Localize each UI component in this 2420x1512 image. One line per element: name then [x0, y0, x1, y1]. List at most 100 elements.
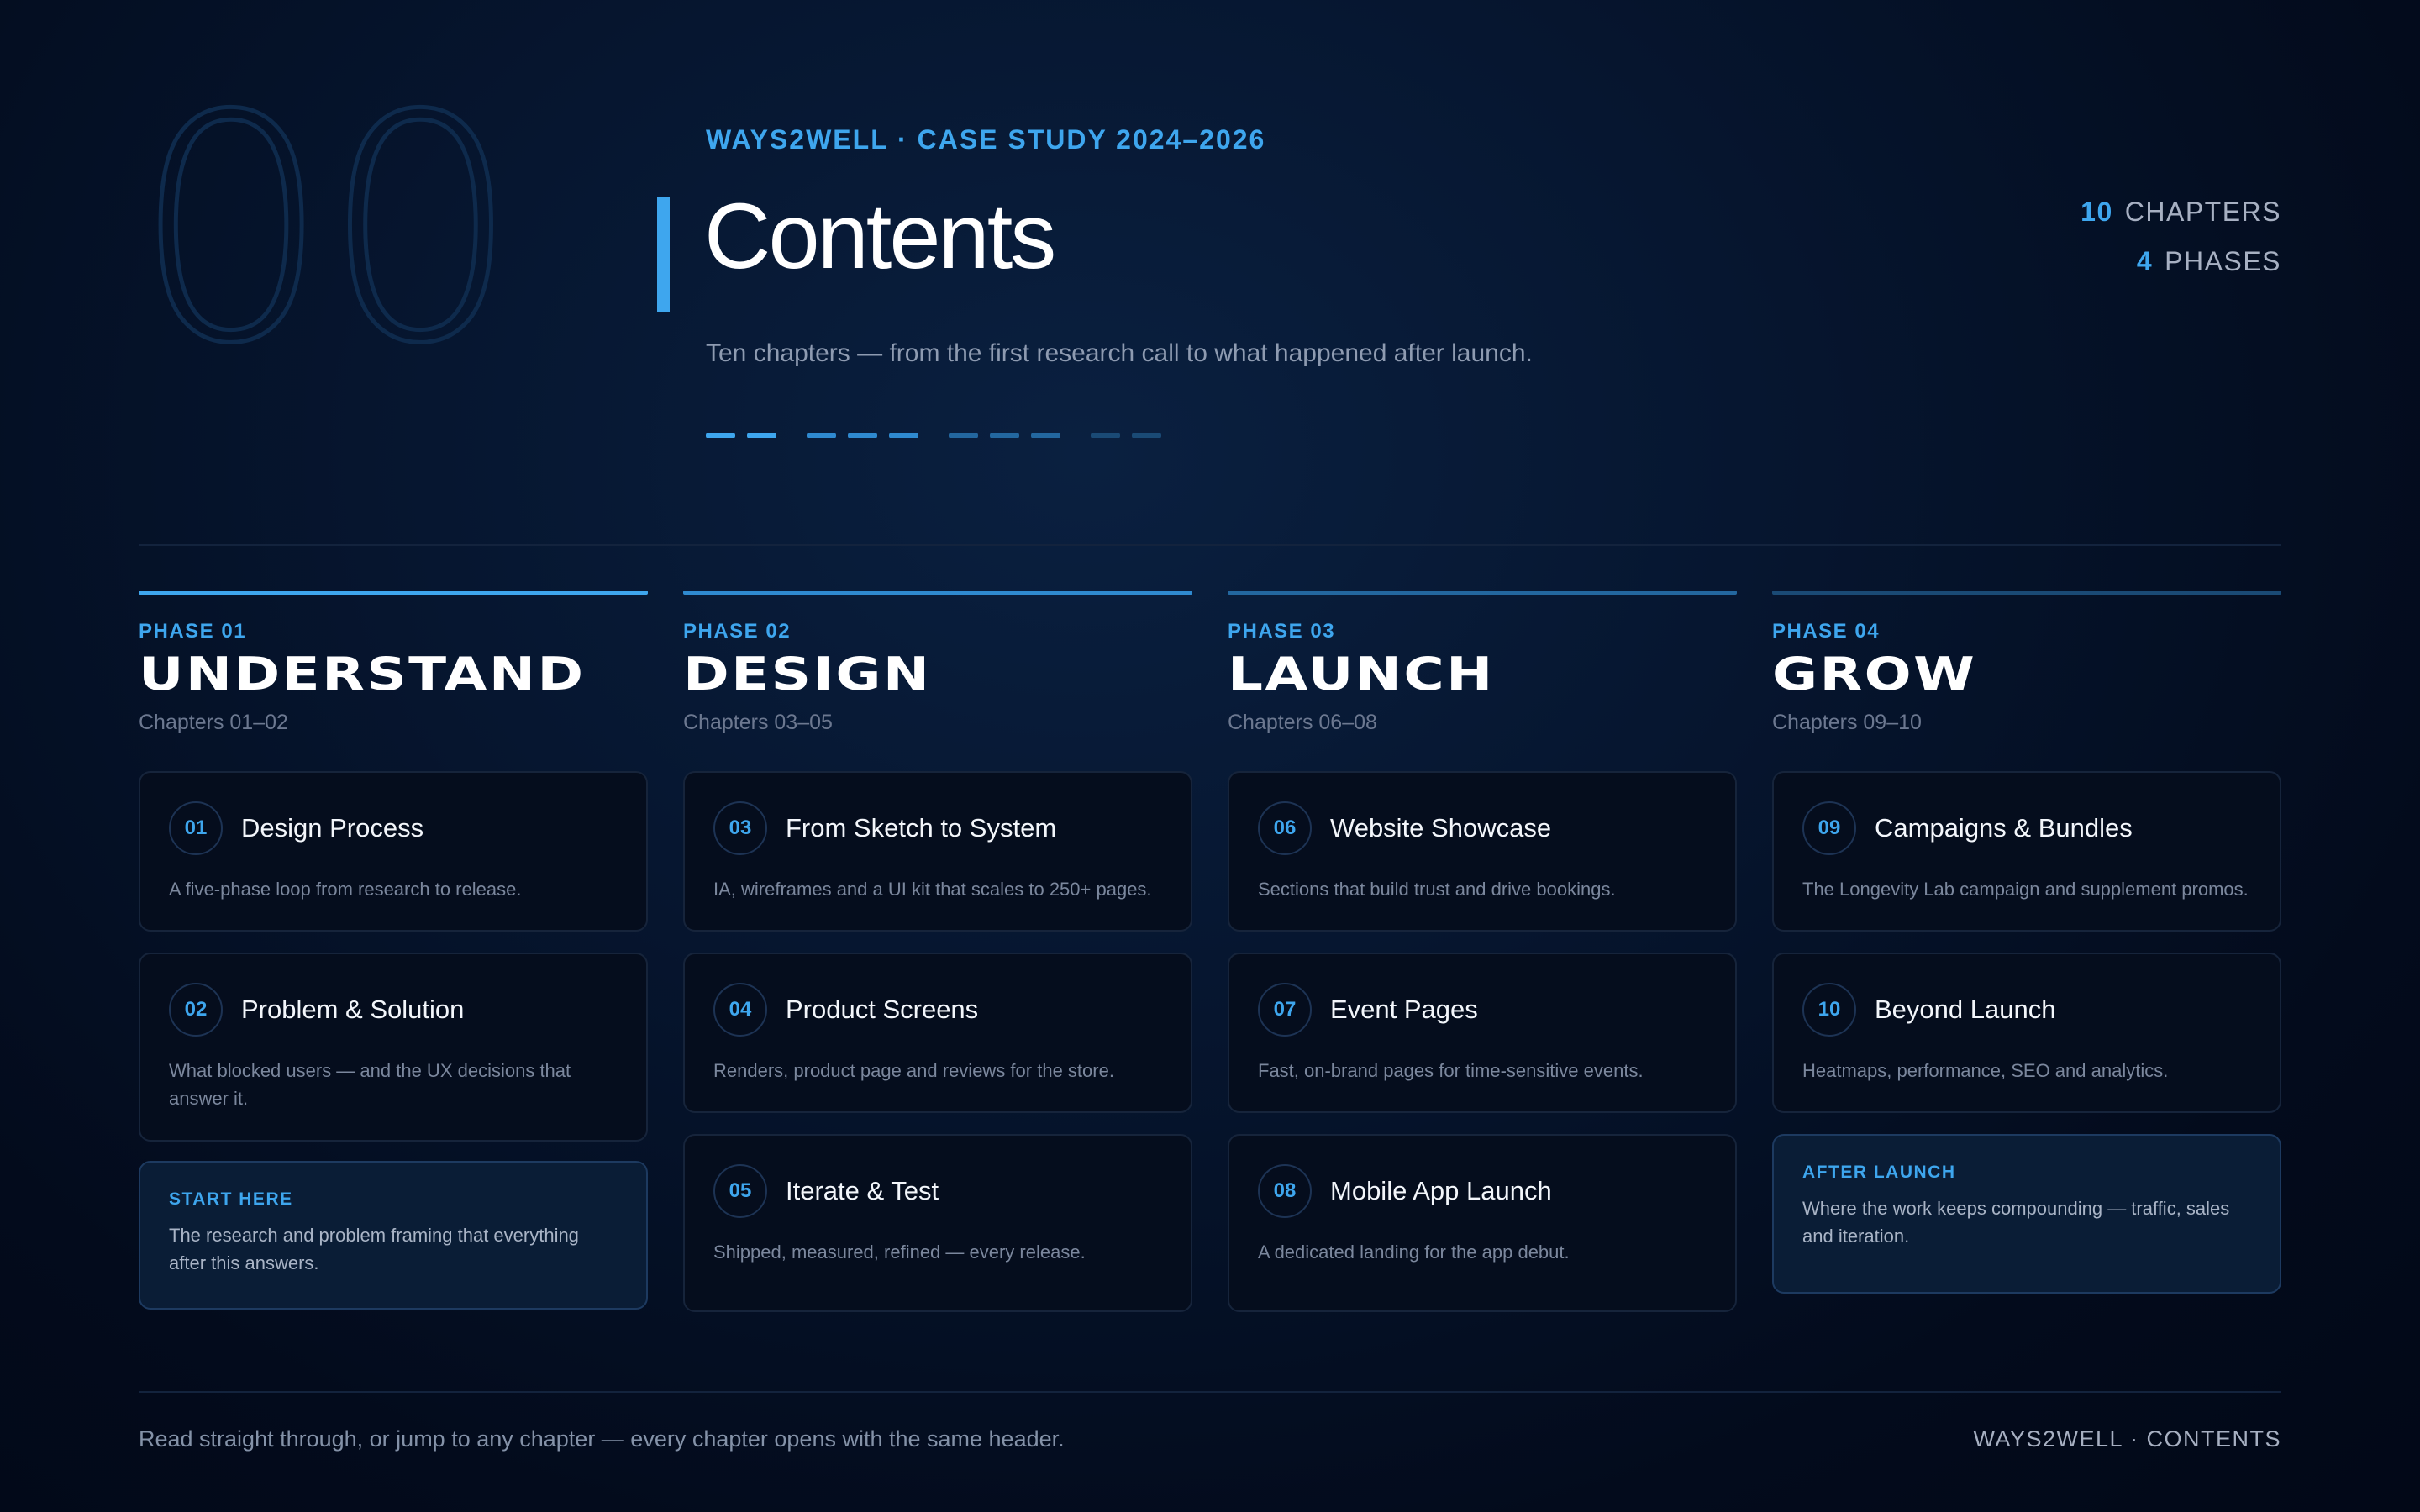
phase-design: PHASE 02 DESIGN Chapters 03–05: [683, 591, 1192, 735]
phase-chapters: Chapters 09–10: [1772, 711, 1922, 735]
phase-accent-bar: [1772, 591, 2281, 595]
contents-page: 00 WAYS2WELL · CASE STUDY 2024–2026 Cont…: [0, 0, 2420, 1512]
chapter-title: Design Process: [241, 813, 424, 843]
stat-chapters-label: CHAPTERS: [2124, 197, 2281, 227]
dash-ch04: [848, 433, 877, 438]
chapter-number-badge: 08: [1258, 1164, 1312, 1218]
chapter-number-badge: 03: [713, 801, 767, 855]
chapter-card-02[interactable]: 02 Problem & Solution What blocked users…: [139, 953, 648, 1142]
chapter-description: Heatmaps, performance, SEO and analytics…: [1802, 1060, 2169, 1081]
dash-ch01: [706, 433, 735, 438]
chapter-card-01[interactable]: 01 Design Process A five-phase loop from…: [139, 771, 648, 932]
eyebrow-label: WAYS2WELL · CASE STUDY 2024–2026: [706, 124, 1266, 155]
footer-label: WAYS2WELL · CONTENTS: [1973, 1426, 2281, 1452]
stat-chapters: 10 CHAPTERS: [2081, 197, 2281, 228]
chapter-title: Campaigns & Bundles: [1875, 813, 2133, 843]
chapter-number-badge: 06: [1258, 801, 1312, 855]
chapter-card-07[interactable]: 07 Event Pages Fast, on-brand pages for …: [1228, 953, 1737, 1113]
card-header: 06 Website Showcase: [1258, 801, 1707, 855]
chapter-description: IA, wireframes and a UI kit that scales …: [713, 879, 1152, 900]
footer-divider: [139, 1391, 2281, 1393]
chapter-card-05[interactable]: 05 Iterate & Test Shipped, measured, ref…: [683, 1134, 1192, 1312]
header-divider: [139, 544, 2281, 546]
chapter-description: A dedicated landing for the app debut.: [1258, 1242, 1570, 1263]
card-header: 08 Mobile App Launch: [1258, 1164, 1707, 1218]
chapter-title: Website Showcase: [1330, 813, 1552, 843]
chapter-number-badge: 02: [169, 983, 223, 1037]
title-accent-bar: [657, 197, 670, 312]
card-header: 07 Event Pages: [1258, 983, 1707, 1037]
chapter-number-badge: 07: [1258, 983, 1312, 1037]
chapter-number-badge: 01: [169, 801, 223, 855]
phase-chapters: Chapters 06–08: [1228, 711, 1377, 735]
card-header: 09 Campaigns & Bundles: [1802, 801, 2251, 855]
phase-understand: PHASE 01 UNDERSTAND Chapters 01–02: [139, 591, 648, 735]
page-title: Contents: [704, 185, 1056, 288]
chapter-number-badge: 09: [1802, 801, 1856, 855]
phase-chapters: Chapters 01–02: [139, 711, 288, 735]
chapter-card-03[interactable]: 03 From Sketch to System IA, wireframes …: [683, 771, 1192, 932]
stat-chapters-number: 10: [2081, 197, 2113, 227]
phase-label: PHASE 03: [1228, 620, 1336, 643]
dash-ch07: [990, 433, 1019, 438]
note-label: START HERE: [169, 1189, 293, 1209]
phase-accent-bar: [1228, 591, 1737, 595]
chapter-title: Event Pages: [1330, 995, 1478, 1024]
dash-ch08: [1031, 433, 1060, 438]
stat-phases: 4 PHASES: [2081, 246, 2281, 277]
chapter-description: Renders, product page and reviews for th…: [713, 1060, 1114, 1081]
chapter-number-badge: 05: [713, 1164, 767, 1218]
dash-ch09: [1091, 433, 1120, 438]
chapter-title: From Sketch to System: [786, 813, 1057, 843]
chapter-title: Beyond Launch: [1875, 995, 2056, 1024]
card-header: 03 From Sketch to System: [713, 801, 1162, 855]
card-header: 04 Product Screens: [713, 983, 1162, 1037]
page-subtitle: Ten chapters — from the first research c…: [706, 339, 1533, 367]
stat-phases-label: PHASES: [2165, 246, 2281, 276]
phase-launch: PHASE 03 LAUNCH Chapters 06–08: [1228, 591, 1737, 735]
phase-name: GROW: [1772, 648, 1977, 701]
after-launch-note: AFTER LAUNCH Where the work keeps compou…: [1772, 1134, 2281, 1294]
summary-stats: 10 CHAPTERS 4 PHASES: [2081, 197, 2281, 296]
phase-name: DESIGN: [683, 648, 932, 701]
chapter-card-09[interactable]: 09 Campaigns & Bundles The Longevity Lab…: [1772, 771, 2281, 932]
chapter-number-badge: 10: [1802, 983, 1856, 1037]
card-header: 02 Problem & Solution: [169, 983, 618, 1037]
chapter-card-10[interactable]: 10 Beyond Launch Heatmaps, performance, …: [1772, 953, 2281, 1113]
phase-grow: PHASE 04 GROW Chapters 09–10: [1772, 591, 2281, 735]
chapter-number-watermark: 00: [131, 50, 523, 412]
chapter-description: A five-phase loop from research to relea…: [169, 879, 522, 900]
note-text: Where the work keeps compounding — traff…: [1802, 1198, 2230, 1247]
phase-accent-bar: [683, 591, 1192, 595]
chapter-card-08[interactable]: 08 Mobile App Launch A dedicated landing…: [1228, 1134, 1737, 1312]
phase-label: PHASE 04: [1772, 620, 1881, 643]
chapter-description: Sections that build trust and drive book…: [1258, 879, 1616, 900]
dash-ch03: [807, 433, 836, 438]
phase-label: PHASE 02: [683, 620, 792, 643]
footer-note: Read straight through, or jump to any ch…: [139, 1426, 1065, 1452]
chapter-card-04[interactable]: 04 Product Screens Renders, product page…: [683, 953, 1192, 1113]
card-header: 10 Beyond Launch: [1802, 983, 2251, 1037]
chapter-description: Shipped, measured, refined — every relea…: [713, 1242, 1086, 1263]
note-label: AFTER LAUNCH: [1802, 1163, 1956, 1182]
phase-accent-bar: [139, 591, 648, 595]
dash-ch05: [889, 433, 918, 438]
chapter-description: What blocked users — and the UX decision…: [169, 1060, 571, 1109]
phase-name: LAUNCH: [1228, 648, 1495, 701]
card-header: 01 Design Process: [169, 801, 618, 855]
chapter-description: The Longevity Lab campaign and supplemen…: [1802, 879, 2249, 900]
card-header: 05 Iterate & Test: [713, 1164, 1162, 1218]
stat-phases-number: 4: [2136, 246, 2154, 276]
dash-ch10: [1132, 433, 1161, 438]
chapter-title: Problem & Solution: [241, 995, 465, 1024]
chapter-description: Fast, on-brand pages for time-sensitive …: [1258, 1060, 1644, 1081]
dash-ch06: [949, 433, 978, 438]
chapter-title: Product Screens: [786, 995, 979, 1024]
phase-label: PHASE 01: [139, 620, 247, 643]
phase-chapters: Chapters 03–05: [683, 711, 833, 735]
start-here-note: START HERE The research and problem fram…: [139, 1161, 648, 1310]
phase-name: UNDERSTAND: [139, 648, 586, 701]
chapter-title: Iterate & Test: [786, 1176, 939, 1205]
chapter-number-badge: 04: [713, 983, 767, 1037]
chapter-card-06[interactable]: 06 Website Showcase Sections that build …: [1228, 771, 1737, 932]
